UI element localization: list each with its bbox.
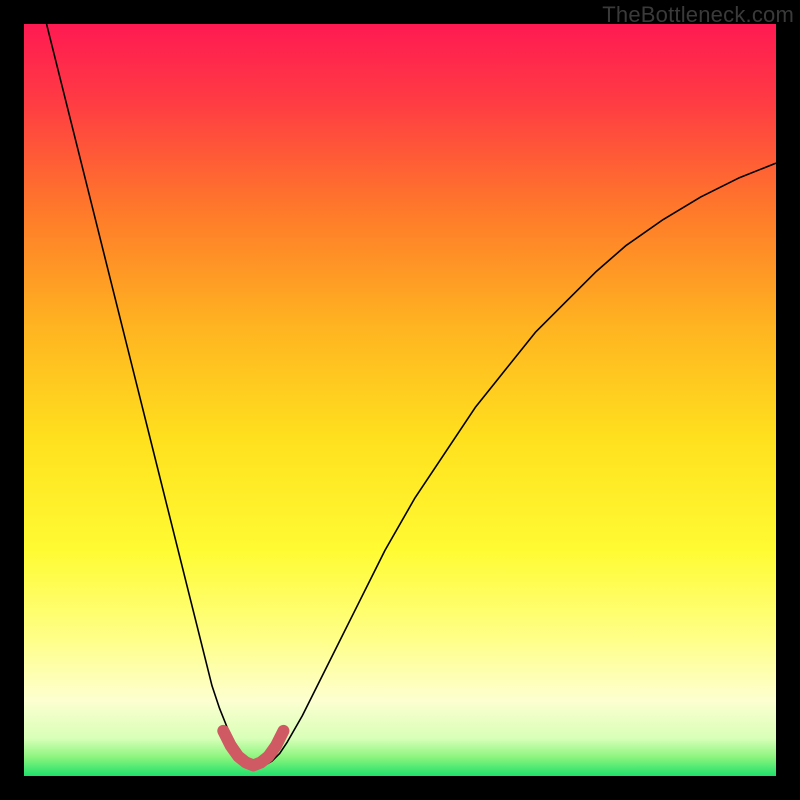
chart-frame	[24, 24, 776, 776]
bottleneck-chart	[24, 24, 776, 776]
gradient-background	[24, 24, 776, 776]
